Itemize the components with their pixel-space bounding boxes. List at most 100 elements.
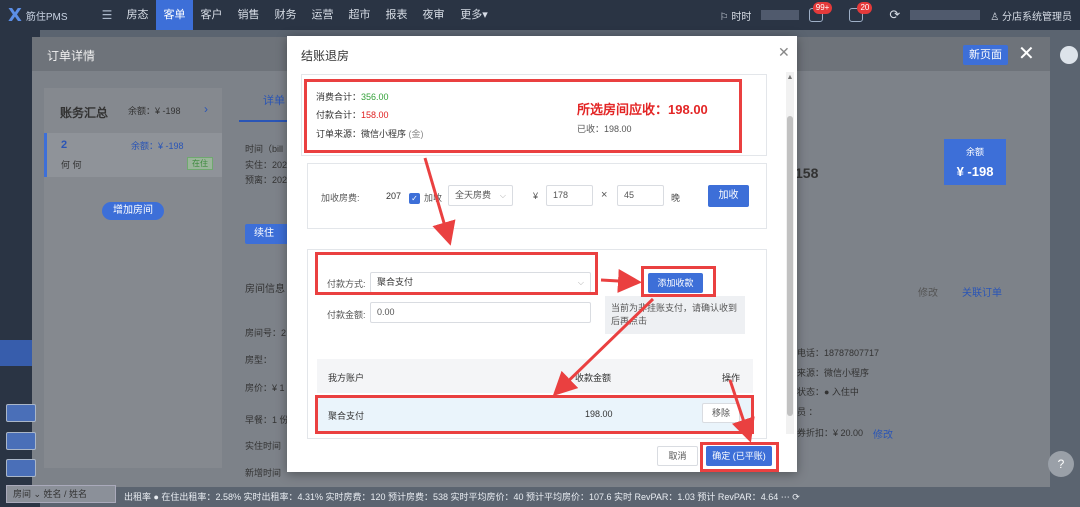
consume-label: 消费合计：: [316, 92, 362, 102]
room-price-label: 房价：¥ 1: [245, 383, 285, 393]
top-right-tools: ⚐ 时时 99+ 20 ⟳ ♙ 分店系统管理员: [720, 0, 1072, 30]
nav-item[interactable]: 超市: [341, 0, 378, 30]
coupon-text: 券折扣：¥ 20.00: [797, 428, 864, 438]
help-icon[interactable]: ?: [1048, 451, 1074, 477]
coupon-modify-link[interactable]: 修改: [873, 426, 893, 441]
close-icon[interactable]: ✕: [778, 44, 790, 61]
chevron-right-icon[interactable]: ›: [204, 102, 208, 116]
side-tool-button[interactable]: [6, 432, 36, 450]
cancel-button[interactable]: 取消: [657, 446, 698, 466]
charge-type-select[interactable]: 全天房费 ⌵: [448, 185, 513, 206]
play-icon[interactable]: [1060, 46, 1078, 64]
nav-item[interactable]: 客户: [193, 0, 230, 30]
checkin-label: 实住：202: [245, 160, 288, 170]
nav-item-more[interactable]: 更多▾: [452, 0, 496, 30]
message-badge: 20: [857, 2, 873, 14]
detail-column: 详单 时间（bill 实住：202 预离：202 续住 房间信息 房间号：2 房…: [231, 88, 291, 478]
currency-symbol: ¥: [533, 191, 539, 201]
new-page-button[interactable]: 新页面: [963, 45, 1008, 65]
charge-label: 加收房费:: [321, 193, 360, 203]
payment-method-value: 聚合支付: [377, 277, 414, 287]
row-account: 聚合支付: [328, 411, 365, 421]
balance-label: 余额: [965, 147, 984, 157]
charge-type-value: 全天房费: [455, 190, 492, 200]
scroll-up-icon[interactable]: ▲: [786, 74, 794, 81]
remove-button[interactable]: 移除: [702, 403, 740, 423]
status-bar: 出租率 ● 在住出租率：2.58% 实时出租率：4.31% 实时房费：120 预…: [124, 492, 800, 502]
nav-item[interactable]: 夜审: [415, 0, 452, 30]
flag-label: 时时: [731, 11, 752, 23]
modify-link[interactable]: 修改: [918, 284, 938, 299]
bottom-search-input[interactable]: 房间 ⌄ 姓名 / 姓名: [6, 485, 116, 503]
chevron-down-icon: ⌵: [499, 191, 506, 200]
received-amount: 已收：198.00: [577, 122, 632, 135]
panel-title: 订单详情: [47, 49, 96, 63]
menu-icon[interactable]: ☰: [95, 8, 119, 22]
flag-icon[interactable]: ⚐ 时时: [720, 8, 752, 23]
consume-value: 356.00: [361, 92, 389, 102]
home-button[interactable]: [6, 459, 36, 477]
app-logo[interactable]: X 筋住PMS: [0, 0, 95, 30]
receivable-value: 198.00: [668, 102, 708, 117]
charge-check-label: 加收: [424, 193, 443, 203]
source-text: 来源：微信小程序: [797, 368, 870, 378]
scrollbar-thumb[interactable]: [787, 116, 793, 416]
charge-checkbox[interactable]: ✓: [409, 193, 420, 204]
payment-amount-input[interactable]: 0.00: [370, 302, 591, 323]
tab-detail[interactable]: 详单: [263, 92, 285, 108]
nav-item[interactable]: 房态: [119, 0, 156, 30]
room-no-label: 房间号：2: [245, 328, 287, 338]
account-summary-title: 账务汇总: [60, 106, 109, 120]
tab-underline: [239, 120, 291, 122]
source-label: 订单来源：: [316, 129, 362, 139]
balance-value: ¥ -198: [956, 164, 994, 179]
received-value: 198.00: [604, 124, 632, 134]
charge-price-input[interactable]: 178: [546, 185, 593, 206]
header-account: 我方账户: [328, 373, 365, 383]
add-charge-button[interactable]: 加收: [708, 185, 749, 207]
charge-nights-input[interactable]: 45: [617, 185, 664, 206]
add-room-button[interactable]: 增加房间: [102, 202, 164, 220]
consume-total: 消费合计：356.00: [316, 90, 389, 103]
payment-method-label: 付款方式:: [327, 279, 366, 289]
payment-amount-label: 付款金额:: [327, 310, 366, 320]
charge-room: 207: [386, 191, 402, 201]
payment-table-header: [317, 359, 753, 393]
notification-badge: 99+: [812, 2, 833, 14]
add-payment-button[interactable]: 添加收款: [648, 273, 703, 293]
order-source: 订单来源：微信小程序 (金): [316, 127, 424, 140]
confirm-button[interactable]: 确定 (已平账): [706, 446, 772, 466]
close-icon[interactable]: ✕: [1018, 41, 1035, 66]
room-number: 2: [61, 139, 68, 151]
notification-icon[interactable]: 99+: [809, 2, 833, 22]
message-icon[interactable]: 20: [849, 2, 873, 22]
new-time-label: 新增时间: [245, 468, 282, 478]
member-text: 员 ：: [797, 407, 818, 417]
stay-button[interactable]: 续住: [245, 224, 291, 244]
nav-item[interactable]: 财务: [267, 0, 304, 30]
guest-names: 何 何: [61, 160, 82, 170]
room-balance: 余额：¥ -198: [131, 141, 184, 151]
refresh-icon[interactable]: ⟳: [889, 7, 900, 23]
receivable-amount: 所选房间应收：198.00: [577, 99, 708, 118]
times-symbol: ×: [601, 189, 608, 201]
nav-item[interactable]: 运营: [304, 0, 341, 30]
source-value: 微信小程序: [361, 129, 407, 139]
receivable-label: 所选房间应收：: [577, 102, 669, 117]
payment-method-select[interactable]: 聚合支付 ⌵: [370, 272, 591, 293]
row-amount: 198.00: [585, 409, 613, 419]
side-tool-button[interactable]: [6, 404, 36, 422]
source-tag: (金): [408, 129, 424, 139]
nav-item[interactable]: 报表: [378, 0, 415, 30]
user-menu[interactable]: ♙ 分店系统管理员: [990, 8, 1072, 23]
nav-item-active[interactable]: 客单: [156, 0, 193, 30]
room-type-label: 房型：: [245, 355, 273, 365]
room-card[interactable]: 2 余额：¥ -198 何 何 在住: [44, 133, 222, 177]
account-balance: 余额：¥ -198: [128, 106, 181, 116]
logo-icon: X: [8, 4, 22, 26]
blurred-text: [761, 10, 800, 20]
payment-label: 付款合计：: [316, 110, 362, 120]
link-order-link[interactable]: 关联订单: [962, 284, 1002, 299]
nav-item[interactable]: 销售: [230, 0, 267, 30]
top-navigation: X 筋住PMS ☰ 房态 客单 客户 销售 财务 运营 超市 报表 夜审 更多▾…: [0, 0, 1080, 30]
